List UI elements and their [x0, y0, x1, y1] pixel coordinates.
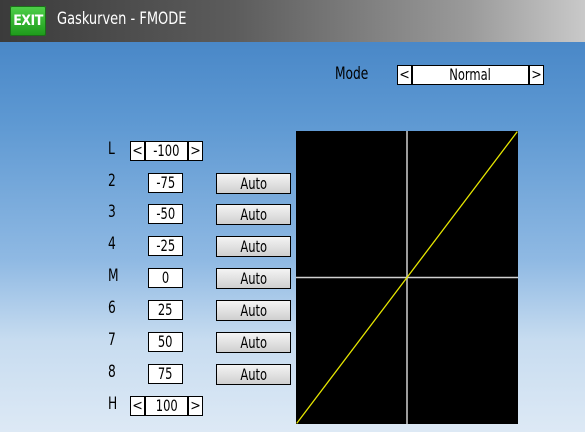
point-value: -50: [156, 204, 175, 223]
point-value: -100: [153, 141, 180, 160]
curve-point: [461, 204, 463, 206]
auto-button[interactable]: Auto: [216, 268, 291, 289]
point-value-field[interactable]: 100: [145, 396, 188, 416]
auto-button-label: Auto: [240, 205, 267, 224]
point-value-field[interactable]: 25: [148, 300, 183, 320]
auto-button[interactable]: Auto: [216, 236, 291, 257]
mode-prev-arrow[interactable]: <: [397, 65, 412, 85]
auto-button[interactable]: Auto: [216, 173, 291, 194]
point-value: -25: [156, 236, 175, 255]
curve-point: [488, 167, 491, 169]
curve-point: [406, 276, 408, 279]
auto-button-label: Auto: [240, 269, 267, 288]
point-label: 3: [108, 202, 116, 222]
point-label: 8: [108, 362, 116, 382]
curve-point: [323, 386, 326, 388]
point-value: 75: [158, 364, 173, 383]
curve-point: [378, 313, 381, 315]
curve-point: [351, 349, 353, 351]
point-value-field[interactable]: 50: [148, 332, 183, 352]
curve-point: [516, 131, 518, 133]
point-value-field[interactable]: -50: [148, 204, 183, 224]
point-value-field[interactable]: -75: [148, 173, 183, 193]
auto-button-label: Auto: [240, 237, 267, 256]
point-value-field[interactable]: -100: [145, 141, 188, 161]
auto-button[interactable]: Auto: [216, 332, 291, 353]
mode-value-field[interactable]: Normal: [412, 65, 529, 85]
page-title: Gaskurven - FMODE: [57, 9, 187, 29]
auto-button[interactable]: Auto: [216, 364, 291, 385]
point-label: 2: [108, 171, 116, 191]
auto-button-label: Auto: [240, 301, 267, 320]
curve-point: [296, 422, 298, 424]
point-label: M: [108, 266, 119, 286]
point-decrease-arrow[interactable]: <: [130, 396, 145, 416]
point-label: 6: [108, 298, 116, 318]
point-increase-arrow[interactable]: >: [188, 141, 203, 161]
exit-button[interactable]: EXIT: [10, 6, 46, 36]
point-value: -75: [156, 173, 175, 192]
point-label: H: [108, 394, 118, 414]
mode-next-arrow[interactable]: >: [529, 65, 544, 85]
point-label: 7: [108, 330, 116, 350]
curve-graph: [296, 131, 518, 424]
point-value-field[interactable]: 75: [148, 364, 183, 384]
curve-point: [433, 240, 436, 242]
point-decrease-arrow[interactable]: <: [130, 141, 145, 161]
auto-button[interactable]: Auto: [216, 204, 291, 225]
point-value: 0: [161, 268, 170, 287]
point-label: L: [108, 139, 115, 159]
point-value: 25: [158, 300, 173, 319]
point-label: 4: [108, 234, 116, 254]
mode-label: Mode: [335, 64, 369, 84]
point-increase-arrow[interactable]: >: [188, 396, 203, 416]
auto-button-label: Auto: [240, 174, 267, 193]
point-value: 50: [158, 332, 173, 351]
point-value-field[interactable]: -25: [148, 236, 183, 256]
auto-button[interactable]: Auto: [216, 300, 291, 321]
title-bar: EXIT Gaskurven - FMODE: [0, 0, 585, 42]
auto-button-label: Auto: [240, 333, 267, 352]
point-value-field[interactable]: 0: [148, 268, 183, 288]
auto-button-label: Auto: [240, 365, 267, 384]
point-value: 100: [155, 396, 178, 415]
